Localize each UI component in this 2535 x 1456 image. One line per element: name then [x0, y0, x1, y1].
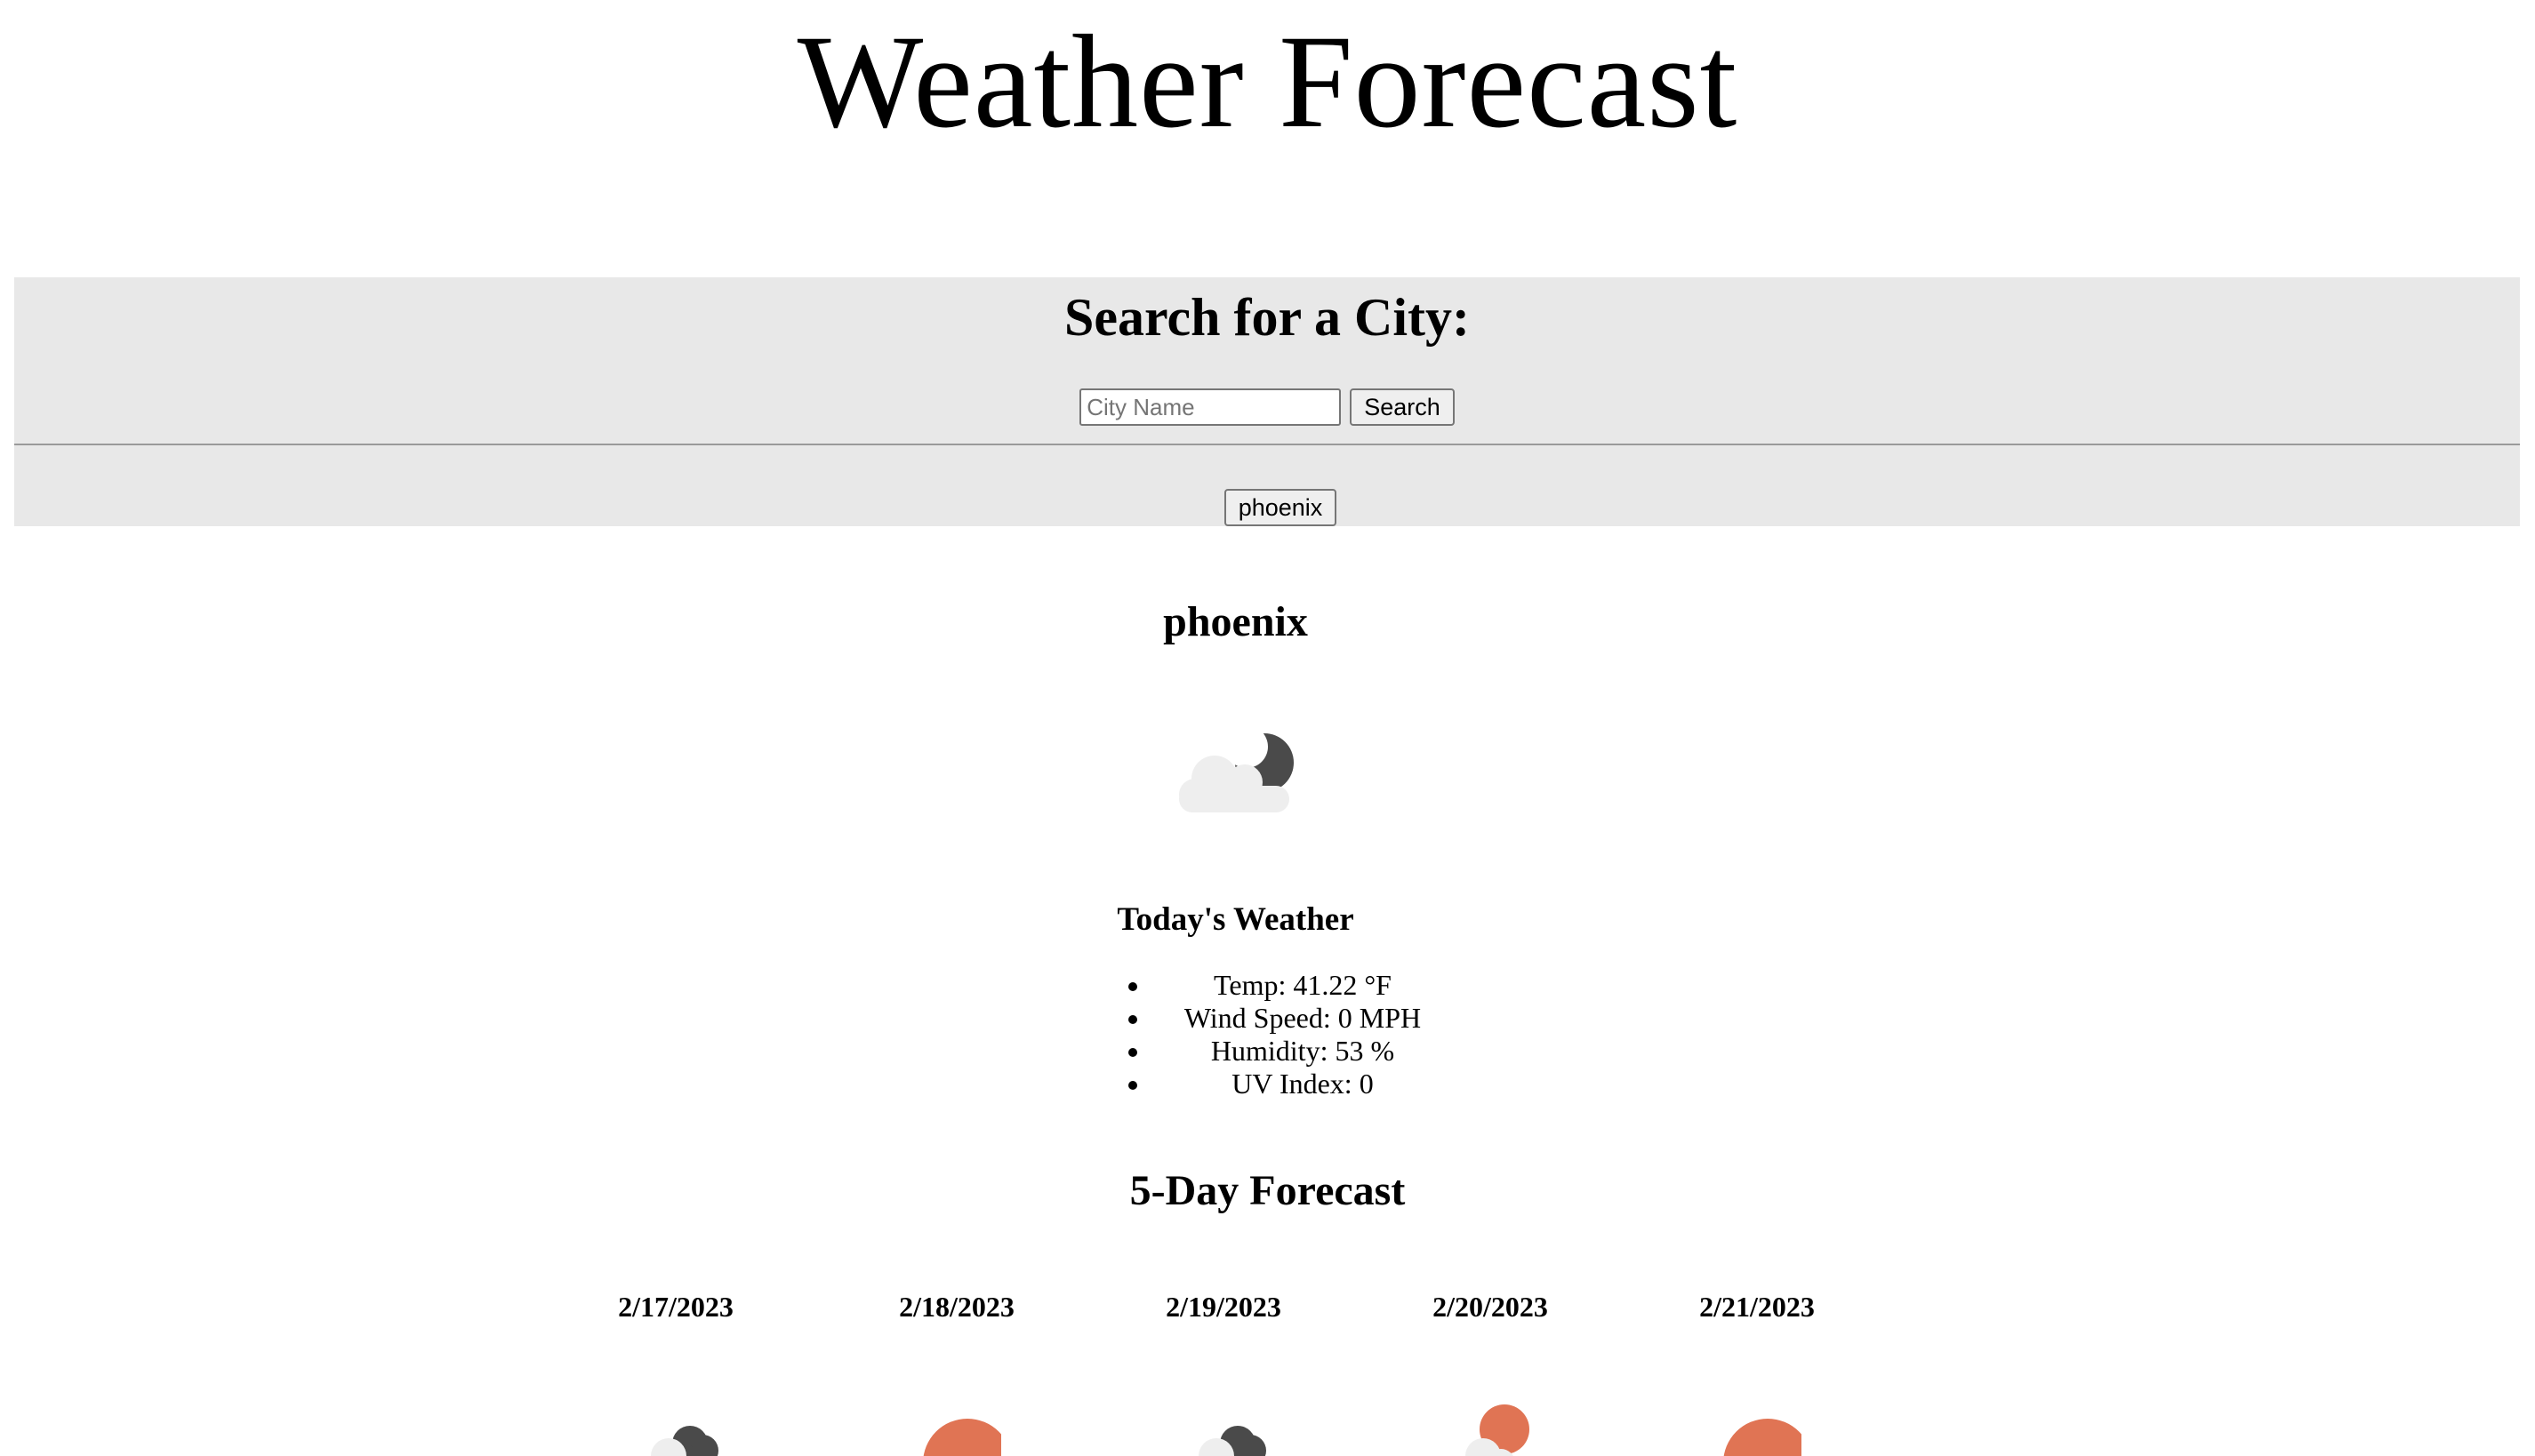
city-search-input[interactable]: [1079, 388, 1342, 426]
uv-index-item: UV Index: 0: [1151, 1068, 1454, 1100]
forecast-cards: 2/17/2023 2/18/2023 2/19/2023 2/20/2023 …: [0, 1285, 2535, 1456]
todays-weather-heading: Today's Weather: [1117, 901, 1354, 938]
page-title: Weather Forecast: [797, 8, 1738, 156]
forecast-date: 2/21/2023: [1699, 1291, 1815, 1323]
forecast-heading: 5-Day Forecast: [1129, 1167, 1406, 1214]
forecast-date: 2/18/2023: [899, 1291, 1015, 1323]
temperature-item: Temp: 41.22 °F: [1151, 969, 1454, 1002]
forecast-date: 2/19/2023: [1166, 1291, 1281, 1323]
forecast-day: 2/19/2023: [1135, 1285, 1312, 1456]
forecast-day: 2/21/2023: [1668, 1285, 1846, 1456]
weather-app: Weather Forecast Search for a City: Sear…: [0, 0, 2535, 1456]
forecast-day: 2/20/2023: [1401, 1285, 1579, 1456]
divider: [14, 444, 2520, 445]
forecast-date: 2/20/2023: [1432, 1291, 1548, 1323]
forecast-day: 2/18/2023: [868, 1285, 1046, 1456]
sun-icon: [1723, 1419, 1801, 1456]
current-weather-list: Temp: 41.22 °F Wind Speed: 0 MPH Humidit…: [1119, 969, 1454, 1100]
search-button[interactable]: Search: [1350, 388, 1455, 426]
cloudy-night-icon: [651, 1426, 718, 1456]
partly-cloudy-day-icon: [1465, 1404, 1529, 1456]
search-history: phoenix: [14, 489, 2520, 526]
humidity-item: Humidity: 53 %: [1151, 1035, 1454, 1068]
search-row: Search: [14, 388, 2520, 426]
wind-speed-item: Wind Speed: 0 MPH: [1151, 1002, 1454, 1035]
forecast-day: 2/17/2023: [587, 1285, 765, 1456]
search-heading: Search for a City:: [1063, 288, 1471, 347]
partly-cloudy-night-icon: [1172, 718, 1296, 820]
forecast-date: 2/17/2023: [618, 1291, 734, 1323]
history-button-phoenix[interactable]: phoenix: [1223, 489, 1337, 526]
cloudy-night-icon: [1199, 1426, 1266, 1456]
current-city-name: phoenix: [1163, 598, 1308, 645]
search-panel: Search for a City: Search phoenix: [14, 277, 2520, 526]
sun-icon: [923, 1419, 1001, 1456]
